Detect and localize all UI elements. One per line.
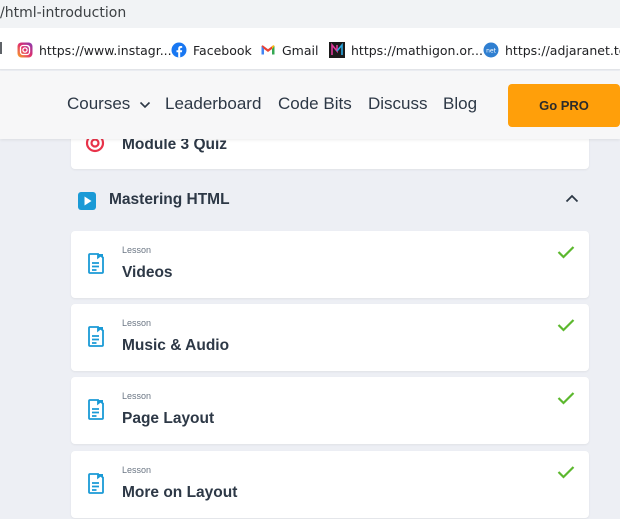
lesson-card[interactable]: Lesson Page Layout bbox=[71, 377, 589, 444]
svg-text:net: net bbox=[486, 47, 496, 54]
site-nav: Courses Leaderboard Code Bits Discuss Bl… bbox=[0, 71, 620, 139]
lesson-document-icon bbox=[88, 399, 104, 420]
lesson-kind: Lesson bbox=[122, 465, 152, 475]
checkmark-icon bbox=[557, 319, 575, 332]
section-title: Mastering HTML bbox=[109, 191, 230, 208]
mathigon-icon bbox=[329, 42, 345, 58]
bookmark-label: https://www.instagr... bbox=[39, 42, 172, 58]
lesson-card[interactable]: Lesson Videos bbox=[71, 231, 589, 298]
bookmark-label: https://mathigon.or... bbox=[351, 42, 483, 58]
address-bar[interactable]: /html-introduction bbox=[0, 0, 620, 28]
lesson-document-icon bbox=[88, 473, 104, 494]
bookmark-adjaranet[interactable]: net https://adjaranet.to/ bbox=[483, 40, 620, 60]
bookmark-label: Gmail bbox=[282, 42, 319, 58]
lesson-kind: Lesson bbox=[122, 245, 152, 255]
section-header[interactable]: Mastering HTML bbox=[71, 185, 589, 217]
nav-courses-label: Courses bbox=[67, 94, 131, 113]
lesson-kind: Lesson bbox=[122, 318, 152, 328]
bookmark-label: https://adjaranet.to/ bbox=[505, 42, 620, 58]
nav-discuss[interactable]: Discuss bbox=[368, 94, 428, 114]
checkmark-icon bbox=[557, 246, 575, 259]
url-text[interactable]: /html-introduction bbox=[0, 5, 126, 21]
bookmark-gmail[interactable]: Gmail bbox=[260, 40, 318, 60]
chevron-down-icon bbox=[139, 101, 151, 108]
bookmark-mathigon[interactable]: https://mathigon.or... bbox=[329, 40, 483, 60]
nav-leaderboard[interactable]: Leaderboard bbox=[165, 94, 261, 114]
lesson-title: Music & Audio bbox=[122, 337, 230, 354]
go-pro-button[interactable]: Go PRO bbox=[508, 84, 620, 127]
instagram-icon bbox=[17, 42, 33, 58]
lesson-card[interactable]: Lesson More on Layout bbox=[71, 451, 589, 518]
nav-code-bits[interactable]: Code Bits bbox=[278, 94, 352, 114]
lesson-document-icon bbox=[88, 253, 104, 274]
lesson-document-icon bbox=[88, 326, 104, 347]
nav-blog[interactable]: Blog bbox=[443, 94, 477, 114]
chevron-up-icon[interactable] bbox=[565, 194, 579, 203]
checkmark-icon bbox=[557, 392, 575, 405]
lesson-title: Videos bbox=[122, 264, 173, 281]
play-icon bbox=[78, 192, 96, 210]
facebook-icon bbox=[171, 42, 187, 58]
lesson-title: Page Layout bbox=[122, 410, 215, 427]
bookmarks-overflow-edge bbox=[0, 42, 2, 54]
bookmark-facebook[interactable]: Facebook bbox=[171, 40, 252, 60]
lesson-kind: Lesson bbox=[122, 391, 152, 401]
checkmark-icon bbox=[557, 466, 575, 479]
lesson-card[interactable]: Lesson Music & Audio bbox=[71, 304, 589, 371]
lesson-title: More on Layout bbox=[122, 484, 238, 501]
gmail-icon bbox=[260, 42, 276, 58]
bookmark-label: Facebook bbox=[193, 42, 252, 58]
adjaranet-icon: net bbox=[483, 42, 499, 58]
bookmark-instagram[interactable]: https://www.instagr... bbox=[17, 40, 172, 60]
nav-courses[interactable]: Courses bbox=[67, 94, 151, 114]
bookmarks-bar: https://www.instagr... Facebook Gmail ht… bbox=[0, 28, 620, 70]
